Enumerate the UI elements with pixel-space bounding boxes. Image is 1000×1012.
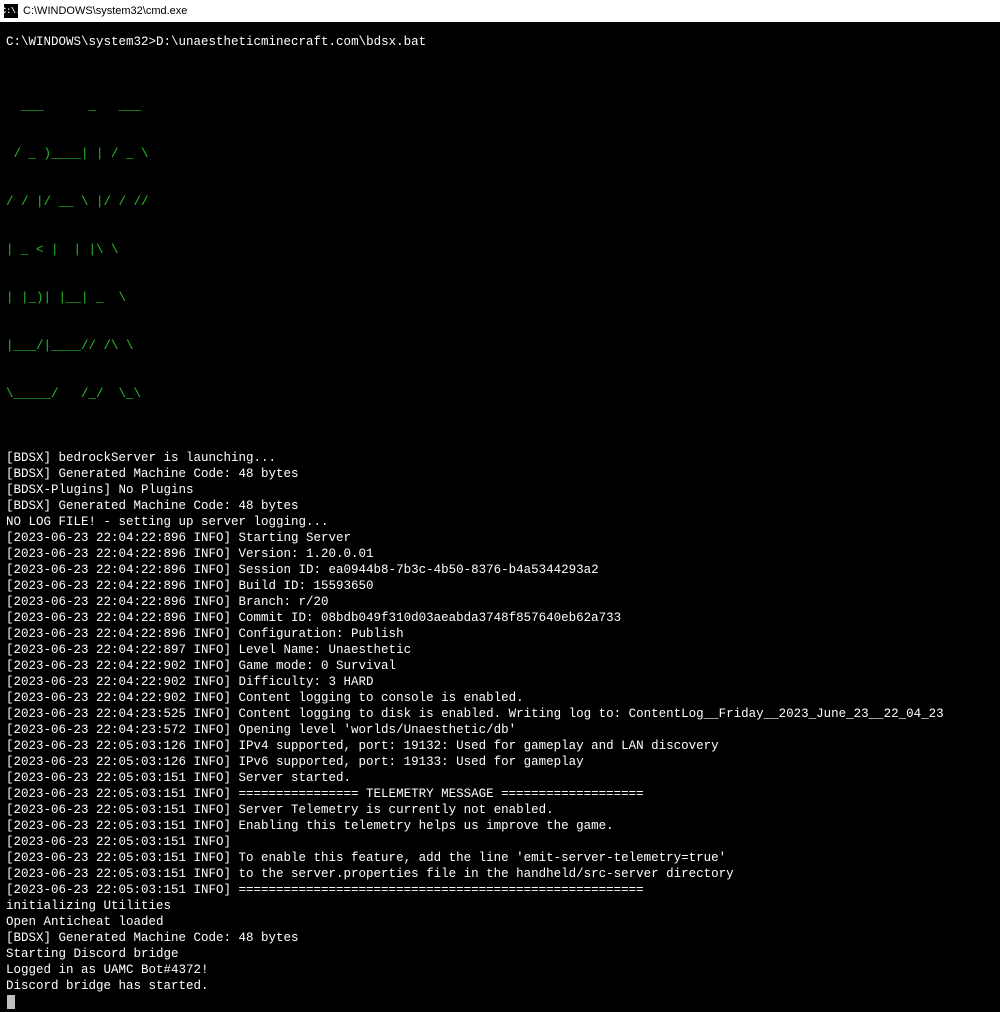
- log-line: [2023-06-23 22:05:03:151 INFO] =========…: [6, 786, 994, 802]
- log-line: [BDSX-Plugins] No Plugins: [6, 482, 994, 498]
- log-line: Discord bridge has started.: [6, 978, 994, 994]
- titlebar-gap: [0, 22, 1000, 32]
- log-line: [2023-06-23 22:04:22:902 INFO] Content l…: [6, 690, 994, 706]
- logo-line: ___ _ ___: [6, 98, 994, 114]
- prompt-line: C:\WINDOWS\system32>D:\unaestheticminecr…: [6, 34, 994, 50]
- log-line: [2023-06-23 22:04:22:896 INFO] Session I…: [6, 562, 994, 578]
- log-line: [2023-06-23 22:04:22:897 INFO] Level Nam…: [6, 642, 994, 658]
- blank-line: [6, 434, 994, 450]
- log-line: [2023-06-23 22:05:03:151 INFO]: [6, 834, 994, 850]
- command-text: D:\unaestheticminecraft.com\bdsx.bat: [156, 35, 426, 49]
- window-titlebar[interactable]: C:\. C:\WINDOWS\system32\cmd.exe: [0, 0, 1000, 22]
- window-title: C:\WINDOWS\system32\cmd.exe: [23, 5, 187, 17]
- log-line: [2023-06-23 22:04:23:525 INFO] Content l…: [6, 706, 994, 722]
- logo-line: | _ < | | |\ \: [6, 242, 994, 258]
- log-line: initializing Utilities: [6, 898, 994, 914]
- log-line: [2023-06-23 22:05:03:151 INFO] Server st…: [6, 770, 994, 786]
- log-line: [2023-06-23 22:04:22:896 INFO] Branch: r…: [6, 594, 994, 610]
- cursor-line[interactable]: [6, 994, 994, 1010]
- text-cursor: [7, 995, 15, 1009]
- logo-line: | |_)| |__| _ \: [6, 290, 994, 306]
- log-line: [BDSX] bedrockServer is launching...: [6, 450, 994, 466]
- log-line: [2023-06-23 22:04:22:902 INFO] Difficult…: [6, 674, 994, 690]
- log-line: [2023-06-23 22:04:22:902 INFO] Game mode…: [6, 658, 994, 674]
- log-line: [2023-06-23 22:05:03:151 INFO] Enabling …: [6, 818, 994, 834]
- blank-line: [6, 50, 994, 66]
- logo-line: |___/|____// /\ \: [6, 338, 994, 354]
- cmd-icon: C:\.: [4, 4, 18, 18]
- log-line: Open Anticheat loaded: [6, 914, 994, 930]
- terminal-output[interactable]: C:\WINDOWS\system32>D:\unaestheticminecr…: [0, 32, 1000, 1012]
- log-line: [2023-06-23 22:05:03:126 INFO] IPv6 supp…: [6, 754, 994, 770]
- log-line: [2023-06-23 22:04:22:896 INFO] Starting …: [6, 530, 994, 546]
- log-line: [2023-06-23 22:05:03:151 INFO] Server Te…: [6, 802, 994, 818]
- prompt-path: C:\WINDOWS\system32>: [6, 35, 156, 49]
- log-line: [2023-06-23 22:04:23:572 INFO] Opening l…: [6, 722, 994, 738]
- ascii-logo: ___ _ ___ / _ )____| | / _ \ / / |/ __ \…: [6, 66, 994, 434]
- logo-line: \_____/ /_/ \_\: [6, 386, 994, 402]
- log-line: [2023-06-23 22:04:22:896 INFO] Build ID:…: [6, 578, 994, 594]
- log-line: [BDSX] Generated Machine Code: 48 bytes: [6, 498, 994, 514]
- log-line: [2023-06-23 22:05:03:151 INFO] =========…: [6, 882, 994, 898]
- log-line: Logged in as UAMC Bot#4372!: [6, 962, 994, 978]
- log-line: [2023-06-23 22:04:22:896 INFO] Configura…: [6, 626, 994, 642]
- log-line: [BDSX] Generated Machine Code: 48 bytes: [6, 466, 994, 482]
- log-line: [BDSX] Generated Machine Code: 48 bytes: [6, 930, 994, 946]
- log-line: NO LOG FILE! - setting up server logging…: [6, 514, 994, 530]
- log-line: [2023-06-23 22:05:03:151 INFO] To enable…: [6, 850, 994, 866]
- logo-line: / / |/ __ \ |/ / //: [6, 194, 994, 210]
- logo-line: / _ )____| | / _ \: [6, 146, 994, 162]
- log-line: [2023-06-23 22:04:22:896 INFO] Version: …: [6, 546, 994, 562]
- log-line: [2023-06-23 22:05:03:151 INFO] to the se…: [6, 866, 994, 882]
- log-line: [2023-06-23 22:05:03:126 INFO] IPv4 supp…: [6, 738, 994, 754]
- log-line: [2023-06-23 22:04:22:896 INFO] Commit ID…: [6, 610, 994, 626]
- log-line: Starting Discord bridge: [6, 946, 994, 962]
